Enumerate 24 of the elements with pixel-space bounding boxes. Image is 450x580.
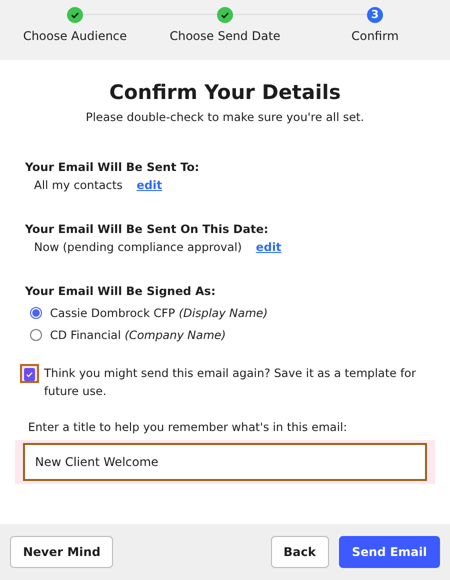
- field-label: Enter a title to help you remember what's in this email:: [28, 420, 348, 434]
- checkbox-label: Think you might send this email again? Save it as a template for future use.: [44, 365, 418, 400]
- step-label: Confirm: [351, 29, 399, 43]
- radio-label: CD Financial (Company Name): [50, 328, 226, 342]
- step-number: 3: [367, 7, 383, 23]
- section-heading: Your Email Will Be Sent On This Date:: [25, 222, 270, 236]
- edit-link[interactable]: edit: [256, 240, 282, 254]
- page-title: Confirm Your Details: [108, 80, 342, 104]
- title-field[interactable]: New Client Welcome: [23, 443, 427, 481]
- never-mind-button[interactable]: Never Mind: [10, 536, 114, 568]
- step-label: Choose Audience: [23, 29, 127, 43]
- step-label: Choose Send Date: [170, 29, 280, 43]
- back-button[interactable]: Back: [270, 536, 329, 568]
- subtitle: Please double-check to make sure you're all set.: [84, 110, 366, 124]
- section-heading: Your Email Will Be Signed As:: [25, 284, 217, 298]
- radio-label: Cassie Dombrock CFP (Display Name): [50, 306, 268, 320]
- radio-button[interactable]: [30, 329, 42, 341]
- section-heading: Your Email Will Be Sent To:: [25, 160, 200, 174]
- edit-link[interactable]: edit: [136, 178, 162, 192]
- checkbox[interactable]: [20, 364, 39, 383]
- send-email-button[interactable]: Send Email: [338, 536, 440, 568]
- radio-button[interactable]: [30, 307, 42, 319]
- detail-value: Now (pending compliance approval): [34, 240, 242, 254]
- detail-value: All my contacts: [34, 178, 123, 192]
